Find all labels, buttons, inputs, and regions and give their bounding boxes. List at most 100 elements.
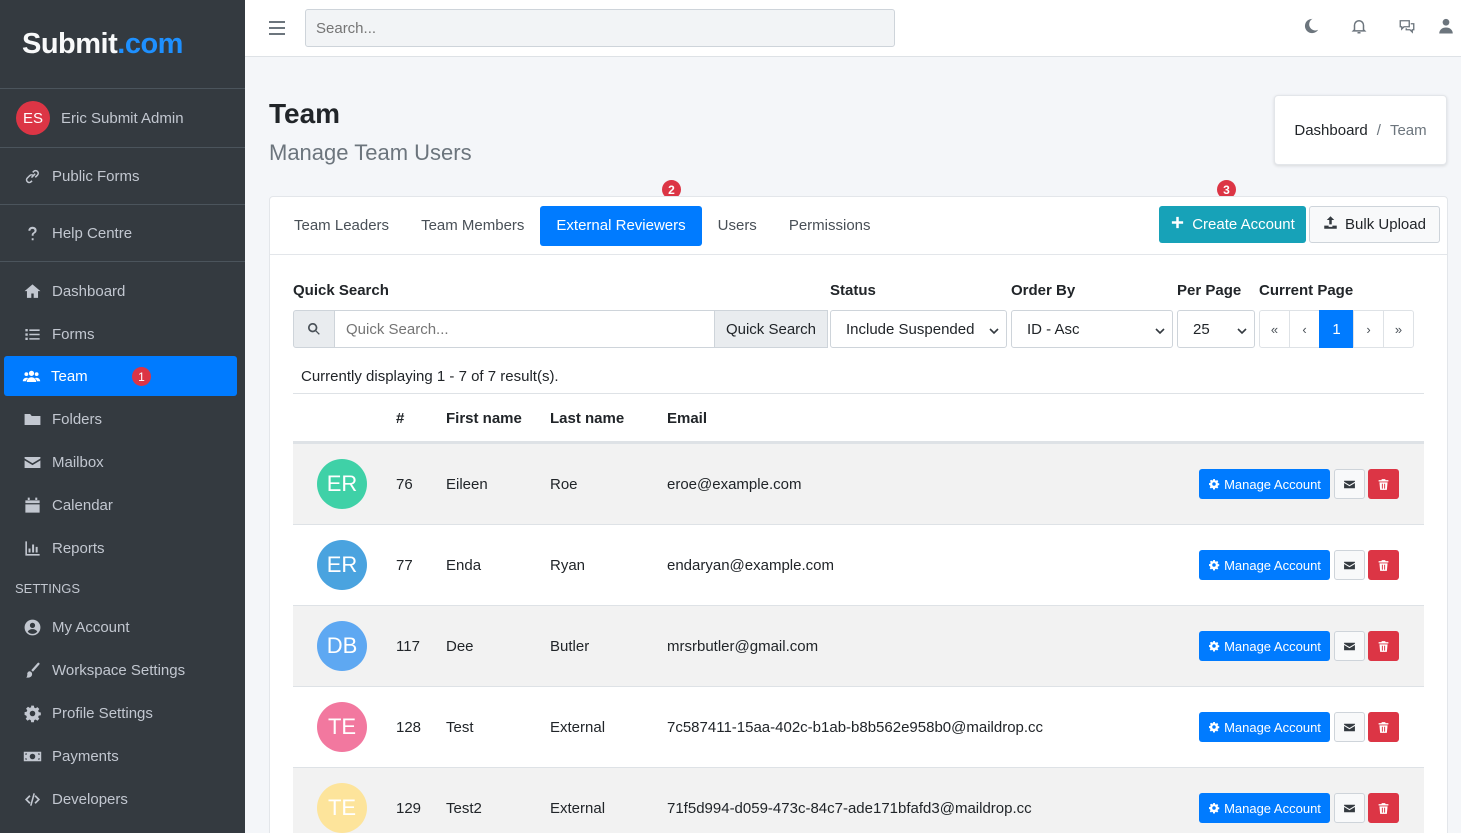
manage-account-button[interactable]: Manage Account [1199, 631, 1330, 661]
sidebar-item-forms[interactable]: Forms [0, 313, 245, 356]
bulk-upload-button[interactable]: Bulk Upload [1309, 206, 1440, 243]
sidebar-item-label: Team [51, 367, 88, 385]
delete-user-button[interactable] [1368, 712, 1399, 742]
cell-last-name: Roe [550, 476, 578, 493]
notifications-button[interactable] [1335, 17, 1383, 40]
quick-search-group: Quick Search [293, 310, 828, 348]
quick-search-input[interactable] [335, 310, 715, 348]
sidebar-item-profile-settings[interactable]: Profile Settings [0, 692, 245, 735]
brand[interactable]: Submit.com [0, 0, 245, 89]
order-by-select[interactable]: ID - Asc [1011, 310, 1173, 348]
email-user-button[interactable] [1334, 550, 1365, 580]
cell-id: 129 [396, 800, 422, 817]
email-user-button[interactable] [1334, 793, 1365, 823]
envelope-icon [1343, 559, 1356, 572]
cell-first-name: Dee [446, 638, 474, 655]
search-icon [293, 310, 335, 348]
table-row: ER 76 Eileen Roe eroe@example.com Manage Acco… [293, 443, 1424, 524]
order-by-label: Order By [1011, 282, 1076, 299]
messages-button[interactable] [1383, 17, 1431, 40]
manage-account-label: Manage Account [1224, 800, 1321, 816]
delete-user-button[interactable] [1368, 793, 1399, 823]
sidebar-item-mailbox[interactable]: Mailbox [0, 441, 245, 484]
users-icon [21, 366, 41, 386]
manage-account-button[interactable]: Manage Account [1199, 793, 1330, 823]
team-badge: 1 [132, 367, 151, 386]
breadcrumb-dashboard[interactable]: Dashboard [1294, 122, 1367, 139]
avatar: ER [317, 540, 367, 590]
column-header-first-name[interactable]: First name [446, 410, 522, 427]
cell-id: 128 [396, 719, 422, 736]
avatar: ER [317, 459, 367, 509]
sidebar-item-my-account[interactable]: My Account [0, 606, 245, 649]
column-header-id[interactable]: # [396, 410, 404, 427]
delete-user-button[interactable] [1368, 469, 1399, 499]
top-icons [1287, 0, 1461, 57]
dark-mode-toggle[interactable] [1287, 17, 1335, 40]
email-user-button[interactable] [1334, 712, 1365, 742]
per-page-select[interactable]: 25 [1177, 310, 1255, 348]
status-select[interactable]: Include Suspended [830, 310, 1007, 348]
email-user-button[interactable] [1334, 631, 1365, 661]
sidebar-item-payments[interactable]: Payments [0, 735, 245, 778]
manage-account-button[interactable]: Manage Account [1199, 469, 1330, 499]
current-page-label: Current Page [1259, 282, 1354, 299]
page-1-button[interactable]: 1 [1319, 310, 1354, 348]
money-icon [22, 747, 42, 767]
list-icon [22, 325, 42, 345]
sidebar-item-calendar[interactable]: Calendar [0, 484, 245, 527]
bell-icon [1350, 17, 1368, 40]
sidebar-item-dashboard[interactable]: Dashboard [0, 270, 245, 313]
quick-search-button[interactable]: Quick Search [715, 310, 828, 348]
sidebar-item-reports[interactable]: Reports [0, 527, 245, 570]
link-icon [22, 166, 42, 186]
tab-permissions[interactable]: Permissions [773, 206, 887, 246]
sidebar-item-team[interactable]: Team 1 [4, 356, 237, 396]
sidebar-item-workspace-settings[interactable]: Workspace Settings [0, 649, 245, 692]
cell-id: 76 [396, 476, 413, 493]
avatar: ES [16, 101, 50, 135]
manage-account-button[interactable]: Manage Account [1199, 550, 1330, 580]
menu-toggle-icon[interactable] [269, 21, 285, 35]
global-search-input[interactable] [305, 9, 895, 47]
chevron-down-icon [989, 323, 999, 335]
tab-team-members[interactable]: Team Members [405, 206, 540, 246]
trash-icon [1377, 721, 1390, 734]
user-menu-button[interactable] [1431, 17, 1461, 40]
email-user-button[interactable] [1334, 469, 1365, 499]
cell-first-name: Test [446, 719, 474, 736]
plus-icon [1170, 215, 1192, 234]
tab-team-leaders[interactable]: Team Leaders [278, 206, 405, 246]
sidebar-item-label: Profile Settings [52, 705, 153, 722]
column-header-email[interactable]: Email [667, 410, 707, 427]
upload-icon [1323, 215, 1345, 234]
page-next-button[interactable]: › [1353, 310, 1384, 348]
page-first-button[interactable]: « [1259, 310, 1290, 348]
manage-account-button[interactable]: Manage Account [1199, 712, 1330, 742]
cell-email: endaryan@example.com [667, 557, 834, 574]
page-prev-button[interactable]: ‹ [1289, 310, 1320, 348]
create-account-button[interactable]: Create Account [1159, 206, 1306, 243]
sidebar-item-public-forms[interactable]: Public Forms [0, 156, 245, 196]
table-row: DB 117 Dee Butler mrsrbutler@gmail.com Manage… [293, 605, 1424, 686]
manage-account-label: Manage Account [1224, 719, 1321, 735]
chart-icon [22, 539, 42, 559]
delete-user-button[interactable] [1368, 631, 1399, 661]
user-panel[interactable]: ES Eric Submit Admin [0, 89, 245, 148]
cell-first-name: Eileen [446, 476, 488, 493]
tab-external-reviewers[interactable]: External Reviewers [540, 205, 702, 246]
avatar: TE [317, 702, 367, 752]
envelope-icon [1343, 721, 1356, 734]
table-row: TE 129 Test2 External 71f5d994-d059-473c-84c… [293, 767, 1424, 833]
tab-bar: Team Leaders Team Members External Revie… [270, 197, 1447, 255]
bulk-upload-label: Bulk Upload [1345, 216, 1426, 233]
result-count: Currently displaying 1 - 7 of 7 result(s… [301, 368, 559, 385]
sidebar-item-folders[interactable]: Folders [0, 398, 245, 441]
tab-users[interactable]: Users [702, 206, 773, 246]
sidebar-item-label: Dashboard [52, 283, 126, 300]
page-last-button[interactable]: » [1383, 310, 1414, 348]
sidebar-item-help-centre[interactable]: Help Centre [0, 213, 245, 253]
sidebar-item-developers[interactable]: Developers [0, 778, 245, 821]
delete-user-button[interactable] [1368, 550, 1399, 580]
column-header-last-name[interactable]: Last name [550, 410, 624, 427]
